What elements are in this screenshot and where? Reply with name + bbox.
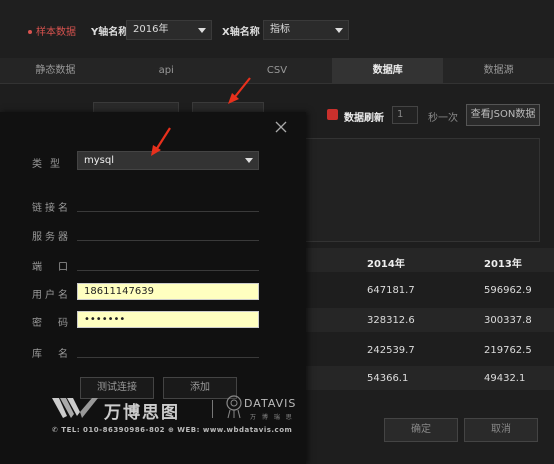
table-cell: 54366.1 [367,373,409,384]
close-icon[interactable] [274,120,288,134]
table-header-cell: 2014年 [367,259,405,270]
brand-name-en: DATAVIS [244,397,297,410]
chevron-down-icon [335,28,343,33]
table-cell: 300337.8 [484,315,532,326]
server-field[interactable] [77,240,259,241]
tab-database[interactable]: 数据库 [332,58,444,83]
table-cell: 328312.6 [367,315,415,326]
link-name-label: 链接名 [32,203,71,214]
brand-divider [212,400,213,418]
password-input[interactable]: ••••••• [77,311,259,328]
bullet-icon [28,30,32,34]
y-axis-select[interactable]: 2016年 [126,20,212,40]
brand-name-en-sub: 万 博 瑞 思 [250,414,294,421]
tab-static-data[interactable]: 静态数据 [0,58,111,83]
refresh-interval-input[interactable]: 1 [392,106,418,124]
cancel-button[interactable]: 取消 [464,418,538,442]
table-cell: 219762.5 [484,345,532,356]
type-label: 类型 [32,159,68,170]
chevron-down-icon [245,158,253,163]
x-axis-select[interactable]: 指标 [263,20,349,40]
refresh-label: 数据刷新 [344,113,384,124]
link-name-field[interactable] [77,211,259,212]
table-cell: 242539.7 [367,345,415,356]
contact-info: ✆ TEL: 010-86390986-802 ⊕ WEB: www.wbdat… [52,426,293,434]
refresh-checkbox[interactable] [327,109,338,120]
sample-data-label[interactable]: 样本数据 [28,23,76,38]
x-axis-label: X轴名称 [222,27,260,38]
y-axis-label: Y轴名称 [91,27,129,38]
brand-name-cn: 万博思图 [104,403,180,423]
annotation-arrow-icon [151,127,171,156]
refresh-interval-suffix: 秒一次 [428,113,458,124]
brand-logo-icon [52,398,98,418]
brand-emblem-icon [226,395,242,419]
chevron-down-icon [198,28,206,33]
table-cell: 596962.9 [484,285,532,296]
port-field[interactable] [77,270,259,271]
username-label: 用户名 [32,290,71,301]
tab-data-source[interactable]: 数据源 [443,58,554,83]
table-header-cell: 2013年 [484,259,522,270]
source-tabs: 静态数据 api CSV 数据库 数据源 [0,58,554,84]
sql-textarea[interactable] [304,138,540,242]
tab-api[interactable]: api [111,58,222,83]
view-json-button[interactable]: 查看JSON数据 [466,104,540,126]
top-toolbar: 样本数据 Y轴名称 2016年 X轴名称 指标 [0,0,554,58]
username-input[interactable]: 18611147639 [77,283,259,300]
db-name-field[interactable] [77,357,259,358]
table-cell: 647181.7 [367,285,415,296]
table-cell: 49432.1 [484,373,526,384]
server-label: 服务器 [32,232,71,243]
annotation-arrow-icon [228,77,251,104]
confirm-button[interactable]: 确定 [384,418,458,442]
